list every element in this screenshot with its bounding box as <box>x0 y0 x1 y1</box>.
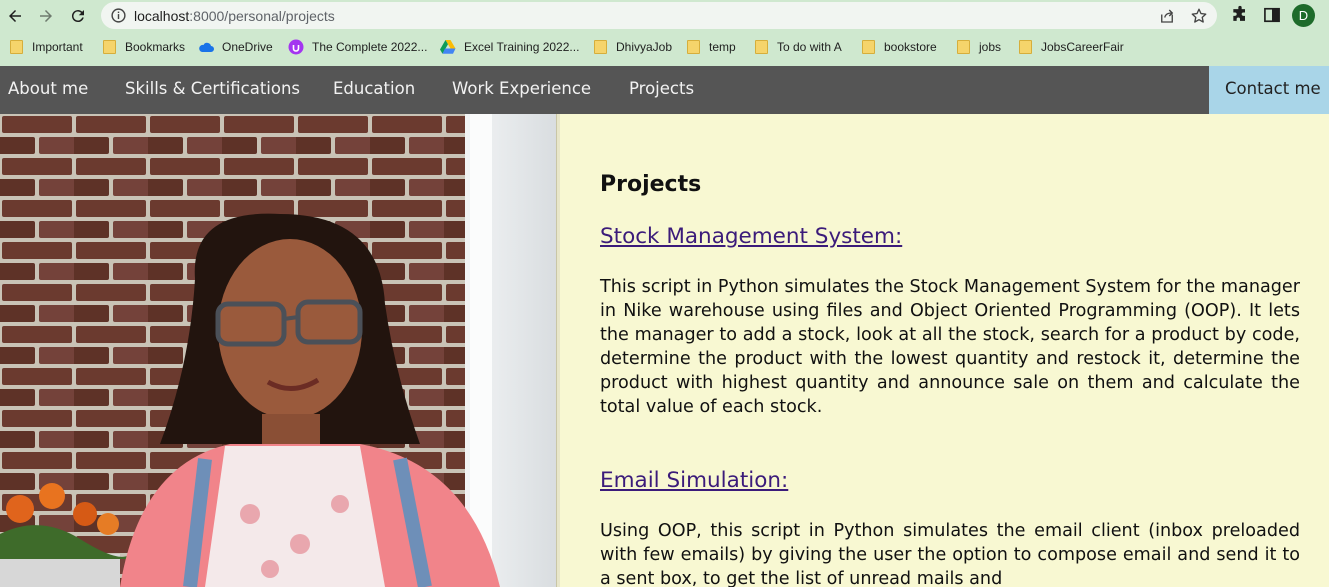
bookmark-jobs[interactable]: jobs <box>955 36 1001 58</box>
site-navigation: About me Skills & Certifications Educati… <box>0 66 1329 114</box>
bookmark-label: To do with A <box>777 40 842 54</box>
bookmark-label: Excel Training 2022... <box>464 40 580 54</box>
bookmark-label: JobsCareerFair <box>1041 40 1124 54</box>
google-drive-icon <box>440 39 456 55</box>
nav-contact-label: Contact me <box>1225 79 1321 98</box>
profile-avatar[interactable]: D <box>1292 4 1315 27</box>
bookmark-to-do-with-a[interactable]: To do with A <box>753 36 842 58</box>
bookmark-label: bookstore <box>884 40 937 54</box>
bookmark-onedrive[interactable]: OneDrive <box>198 36 273 58</box>
bookmark-bookstore[interactable]: bookstore <box>860 36 937 58</box>
page-title: Projects <box>600 172 702 197</box>
sidepanel-icon[interactable] <box>1262 5 1282 25</box>
url-host: localhost <box>134 8 190 24</box>
folder-icon <box>8 39 24 55</box>
share-icon[interactable] <box>1158 7 1176 25</box>
folder-icon <box>753 39 769 55</box>
nav-education[interactable]: Education <box>333 79 415 98</box>
bookmarks-bar: Important Bookmarks OneDrive The Complet… <box>0 36 1329 58</box>
url-path: :8000/personal/projects <box>189 8 335 24</box>
forward-icon[interactable] <box>34 4 58 28</box>
nav-projects[interactable]: Projects <box>629 79 694 98</box>
bookmark-label: Bookmarks <box>125 40 186 54</box>
folder-icon <box>592 39 608 55</box>
nav-about-me[interactable]: About me <box>8 79 88 98</box>
info-icon[interactable] <box>110 7 127 24</box>
bookmark-label: OneDrive <box>222 40 273 54</box>
folder-icon <box>1017 39 1033 55</box>
bookmark-dhivyajob[interactable]: DhivyaJob <box>592 36 672 58</box>
bookmark-label: Important <box>32 40 83 54</box>
project-title-link[interactable]: Email Simulation: <box>600 468 788 493</box>
nav-work-experience[interactable]: Work Experience <box>452 79 591 98</box>
folder-icon <box>101 39 117 55</box>
browser-chrome: localhost:8000/personal/projects D Impor… <box>0 0 1329 66</box>
bookmark-the-complete-2022[interactable]: The Complete 2022... <box>288 36 427 58</box>
profile-photo <box>0 114 556 587</box>
bookmark-label: The Complete 2022... <box>312 40 428 54</box>
project-title-link[interactable]: Stock Management System: <box>600 224 902 249</box>
back-icon[interactable] <box>3 4 27 28</box>
extensions-icon[interactable] <box>1230 5 1250 25</box>
project-description: Using OOP, this script in Python simulat… <box>600 521 1300 587</box>
bookmark-excel-training[interactable]: Excel Training 2022... <box>440 36 579 58</box>
nav-contact-me[interactable]: Contact me <box>1209 66 1329 114</box>
bookmark-important[interactable]: Important <box>8 36 83 58</box>
folder-icon <box>860 39 876 55</box>
project-description: This script in Python simulates the Stoc… <box>600 277 1300 417</box>
browser-toolbar: localhost:8000/personal/projects D <box>0 0 1329 32</box>
cloud-icon <box>198 39 214 55</box>
bookmark-bookmarks[interactable]: Bookmarks <box>101 36 185 58</box>
address-bar[interactable]: localhost:8000/personal/projects <box>101 2 1217 29</box>
bookmark-jobscareerfair[interactable]: JobsCareerFair <box>1017 36 1124 58</box>
bookmark-label: temp <box>709 40 736 54</box>
folder-icon <box>685 39 701 55</box>
nav-skills-certifications[interactable]: Skills & Certifications <box>125 79 300 98</box>
reload-icon[interactable] <box>66 4 90 28</box>
bookmark-label: jobs <box>979 40 1002 54</box>
url-text[interactable]: localhost:8000/personal/projects <box>134 8 335 24</box>
bookmark-label: DhivyaJob <box>616 40 673 54</box>
projects-section: Projects Stock Management System: This s… <box>560 114 1329 587</box>
star-icon[interactable] <box>1190 7 1208 25</box>
udemy-icon <box>288 39 304 55</box>
bookmark-temp[interactable]: temp <box>685 36 736 58</box>
folder-icon <box>955 39 971 55</box>
